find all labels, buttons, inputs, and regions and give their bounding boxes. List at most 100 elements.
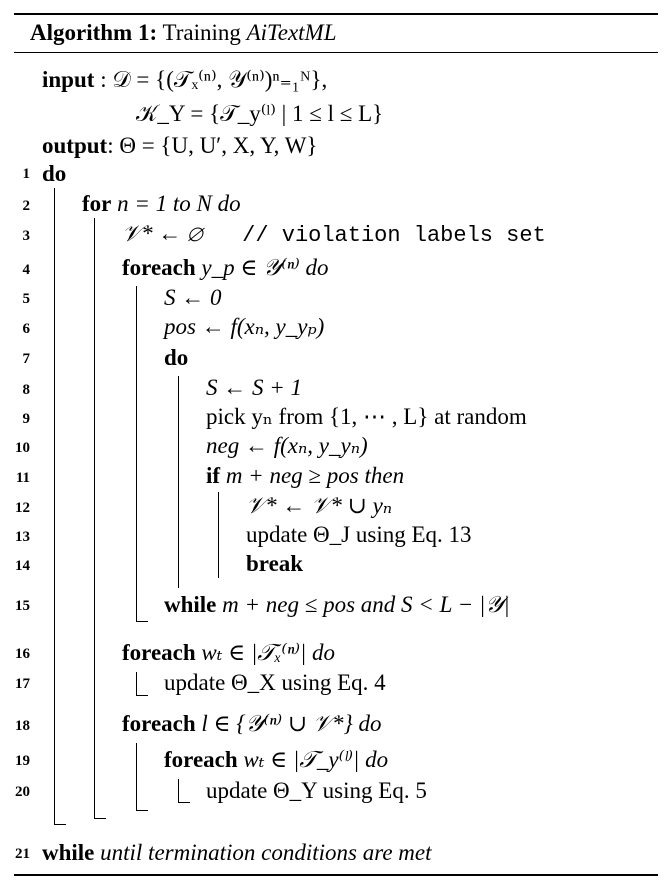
- algorithm-title: Algorithm 1: Training AiTextML: [30, 19, 337, 47]
- algorithm-label: Algorithm 1:: [30, 20, 158, 45]
- title-rule: [14, 52, 658, 54]
- statement-text: 𝒱* ← 𝒱* ∪ yₙ: [246, 493, 393, 518]
- line-number: 4: [22, 262, 31, 278]
- input-definition-2: 𝒦_Y = {𝒯_y⁽ˡ⁾ | 1 ≤ l ≤ L}: [136, 101, 384, 126]
- block-hook-foreach-wt-y: [178, 802, 190, 804]
- algo-line-6: pos ← f(xₙ, y_yₚ): [164, 313, 324, 341]
- algo-line-17: update Θ_X using Eq. 4: [164, 669, 386, 697]
- keyword-while: while: [42, 840, 95, 865]
- line-number: 20: [15, 784, 30, 800]
- bottom-rule: [14, 874, 658, 876]
- keyword-foreach: foreach: [122, 711, 196, 736]
- statement-text: 𝒱* ← ∅: [122, 221, 203, 246]
- statement-text: y_p ∈ 𝒴⁽ⁿ⁾ do: [201, 255, 329, 280]
- algo-line-15: while m + neg ≤ pos and S < L − |𝒴|: [164, 591, 510, 619]
- block-bar-foreach-wt-y: [178, 779, 180, 803]
- statement-text: update Θ_J using Eq. 13: [246, 522, 472, 547]
- algo-line-16: foreach wₜ ∈ |𝒯ₓ⁽ⁿ⁾| do: [122, 639, 335, 667]
- line-number: 5: [22, 291, 31, 307]
- line-number: 18: [15, 718, 30, 734]
- line-number: 17: [15, 676, 30, 692]
- statement-text: S ← 0: [164, 285, 222, 310]
- block-hook-for: [94, 818, 106, 820]
- block-bar-outer-do: [54, 188, 56, 825]
- keyword-break: break: [246, 551, 304, 576]
- statement-text: l ∈ {𝒴⁽ⁿ⁾ ∪ 𝒱*} do: [201, 711, 382, 736]
- algo-line-4: foreach y_p ∈ 𝒴⁽ⁿ⁾ do: [122, 254, 328, 282]
- line-number: 7: [22, 351, 31, 367]
- block-bar-foreach-yp: [136, 286, 138, 622]
- block-hook-foreach-yp: [136, 621, 148, 623]
- line-number: 12: [15, 500, 30, 516]
- algo-line-1: do: [42, 160, 66, 188]
- algo-line-3: 𝒱* ← ∅ // violation labels set: [122, 220, 546, 250]
- block-bar-inner-do: [178, 376, 180, 588]
- keyword-foreach: foreach: [122, 640, 196, 665]
- keyword-while: while: [164, 592, 217, 617]
- keyword-do: do: [164, 345, 189, 370]
- block-bar-if: [218, 492, 220, 578]
- algo-line-14: break: [246, 550, 303, 578]
- algorithm-name: AiTextML: [246, 20, 337, 45]
- keyword-foreach: foreach: [122, 255, 196, 280]
- statement-text: update Θ_Y using Eq. 5: [206, 778, 427, 803]
- line-number: 1: [22, 166, 31, 182]
- statement-text: wₜ ∈ |𝒯ₓ⁽ⁿ⁾| do: [201, 640, 336, 665]
- algo-line-7: do: [164, 344, 188, 372]
- input-line-1: input : 𝒟 = {(𝒯ₓ⁽ⁿ⁾, 𝒴⁽ⁿ⁾)ⁿ₌₁ᴺ},: [42, 66, 327, 94]
- statement-text: neg ← f(xₙ, y_yₙ): [206, 433, 368, 458]
- statement-text: m + neg ≥ pos then: [225, 463, 405, 488]
- keyword-for: for: [82, 191, 112, 216]
- line-number: 11: [15, 470, 30, 486]
- block-hook-foreach-wt: [136, 695, 148, 697]
- code-comment: // violation labels set: [242, 223, 546, 248]
- algo-line-19: foreach wₜ ∈ |𝒯_y⁽ˡ⁾| do: [164, 746, 388, 774]
- line-number: 2: [22, 198, 31, 214]
- algo-line-12: 𝒱* ← 𝒱* ∪ yₙ: [246, 492, 392, 520]
- line-number: 10: [15, 440, 30, 456]
- output-definition: : Θ = {U, U′, X, Y, W}: [107, 133, 318, 158]
- line-number: 6: [22, 321, 31, 337]
- input-definition-1: : 𝒟 = {(𝒯ₓ⁽ⁿ⁾, 𝒴⁽ⁿ⁾)ⁿ₌₁ᴺ},: [100, 67, 328, 92]
- keyword-foreach: foreach: [164, 747, 238, 772]
- line-number: 3: [22, 228, 31, 244]
- line-number: 15: [15, 598, 30, 614]
- line-number: 13: [15, 529, 30, 545]
- statement-text: n = 1 to N do: [117, 191, 241, 216]
- output-keyword: output: [42, 133, 108, 158]
- statement-text: pick yₙ from {1, ⋯ , L} at random: [206, 404, 527, 429]
- algorithm-title-text: Training: [162, 20, 241, 45]
- keyword-do: do: [42, 161, 67, 186]
- algo-line-11: if m + neg ≥ pos then: [206, 462, 404, 490]
- line-number: 9: [22, 411, 31, 427]
- statement-text: m + neg ≤ pos and S < L − |𝒴|: [222, 592, 510, 617]
- block-bar-foreach-wt: [136, 672, 138, 696]
- statement-text: until termination conditions are met: [100, 840, 432, 865]
- algo-line-2: for n = 1 to N do: [82, 190, 241, 218]
- algo-line-21: while until termination conditions are m…: [42, 839, 431, 867]
- algo-line-9: pick yₙ from {1, ⋯ , L} at random: [206, 403, 527, 431]
- statement-text: wₜ ∈ |𝒯_y⁽ˡ⁾| do: [243, 747, 389, 772]
- input-line-2: 𝒦_Y = {𝒯_y⁽ˡ⁾ | 1 ≤ l ≤ L}: [136, 100, 383, 128]
- top-rule: [14, 13, 658, 15]
- block-hook-foreach-l: [136, 810, 148, 812]
- line-number: 14: [15, 558, 30, 574]
- block-bar-for: [94, 218, 96, 818]
- algo-line-8: S ← S + 1: [206, 374, 302, 402]
- line-number: 19: [15, 753, 30, 769]
- algo-line-18: foreach l ∈ {𝒴⁽ⁿ⁾ ∪ 𝒱*} do: [122, 710, 382, 738]
- block-bar-foreach-l: [136, 743, 138, 811]
- line-number: 21: [15, 846, 30, 862]
- algo-line-10: neg ← f(xₙ, y_yₙ): [206, 432, 368, 460]
- algo-line-5: S ← 0: [164, 284, 222, 312]
- output-line: output: Θ = {U, U′, X, Y, W}: [42, 132, 317, 160]
- algo-line-13: update Θ_J using Eq. 13: [246, 521, 472, 549]
- input-keyword: input: [42, 67, 95, 92]
- algo-line-20: update Θ_Y using Eq. 5: [206, 777, 427, 805]
- line-number: 8: [22, 382, 31, 398]
- statement-text: update Θ_X using Eq. 4: [164, 670, 386, 695]
- keyword-if: if: [206, 463, 221, 488]
- statement-text: S ← S + 1: [206, 375, 303, 400]
- block-hook-outer-do: [54, 824, 66, 826]
- statement-text: pos ← f(xₙ, y_yₚ): [164, 314, 325, 339]
